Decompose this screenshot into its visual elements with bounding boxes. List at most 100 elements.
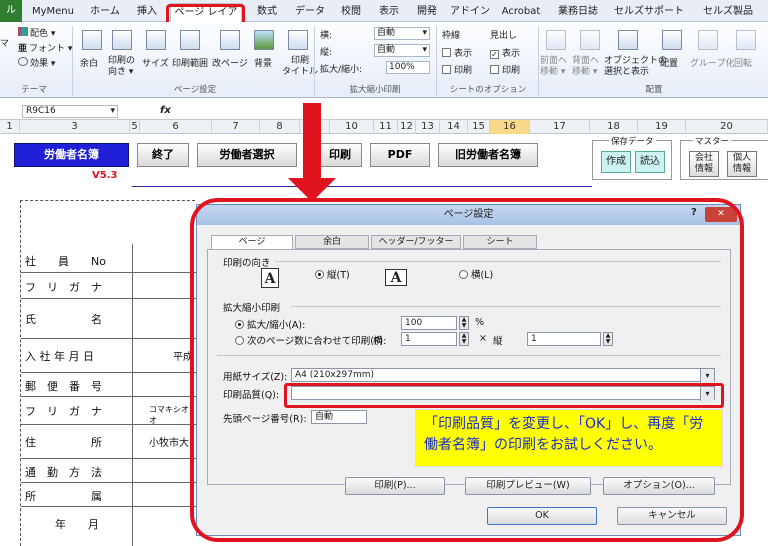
column-header[interactable]: 15 <box>468 120 490 134</box>
fit-wide-input[interactable]: 1 <box>401 332 457 346</box>
column-header[interactable]: 8 <box>260 120 300 134</box>
headings-view-checkbox[interactable]: ✓ 表示 <box>490 46 520 59</box>
print-area-button[interactable]: 印刷範囲 <box>172 56 208 69</box>
column-header[interactable]: 18 <box>590 120 638 134</box>
background-button[interactable]: 背景 <box>254 56 272 69</box>
tab-home[interactable]: ホーム <box>84 3 126 21</box>
tab-formulas[interactable]: 数式 <box>250 3 284 21</box>
table-row[interactable]: 入 社 年 月 日平成 <box>21 339 196 373</box>
spinner-icon[interactable]: ▲ ▼ <box>459 316 469 330</box>
size-button[interactable]: サイズ <box>142 56 169 69</box>
tab-developer[interactable]: 開発 <box>410 3 444 21</box>
group-button[interactable]: グループ化 <box>690 56 734 69</box>
headings-print-checkbox[interactable]: 印刷 <box>490 63 520 76</box>
spinner-icon[interactable]: ▲ ▼ <box>459 332 469 346</box>
margins-button[interactable]: 余白 <box>80 56 98 69</box>
table-row[interactable]: フ リ ガ ナ <box>21 273 196 299</box>
print-titles-button[interactable]: 印刷 タイトル <box>282 56 318 78</box>
column-header[interactable]: 13 <box>416 120 440 134</box>
print-preview-button[interactable]: 印刷プレビュー(W) <box>465 477 591 495</box>
tab-header-footer[interactable]: ヘッダー/フッター <box>371 235 461 249</box>
print-button[interactable]: 印刷 <box>318 143 362 167</box>
tab-acrobat[interactable]: Acrobat <box>496 3 546 21</box>
column-header[interactable]: 5 <box>130 120 140 134</box>
orientation-button[interactable]: 印刷の 向き ▾ <box>108 56 135 78</box>
fit-tall-input[interactable]: 1 <box>527 332 601 346</box>
scale-width-dropdown[interactable]: 自動 ▾ <box>374 27 430 40</box>
tab-review[interactable]: 校閲 <box>334 3 368 21</box>
column-header[interactable]: 6 <box>140 120 212 134</box>
select-worker-button[interactable]: 労働者選択 <box>197 143 297 167</box>
options-button[interactable]: オプション(O)... <box>603 477 715 495</box>
column-header[interactable]: 10 <box>330 120 374 134</box>
breaks-button[interactable]: 改ページ <box>212 56 248 69</box>
tab-margins[interactable]: 余白 <box>295 235 369 249</box>
selection-pane-button[interactable]: オブジェクトの 選択と表示 <box>604 56 667 78</box>
scale-percent-input[interactable]: 100% <box>386 61 430 74</box>
send-backward-button[interactable]: 背面へ 移動 ▾ <box>572 56 599 78</box>
table-row[interactable]: 所 属 <box>21 483 196 507</box>
column-header[interactable]: 1 <box>0 120 20 134</box>
table-row[interactable]: 氏 名 <box>21 299 196 339</box>
table-row[interactable]: フ リ ガ ナコマキシオオ <box>21 397 196 425</box>
table-row[interactable]: 社 員 No <box>21 245 196 273</box>
company-info-button[interactable]: 会社 情報 <box>689 151 719 177</box>
column-header[interactable]: 17 <box>530 120 590 134</box>
end-button[interactable]: 終了 <box>137 143 189 167</box>
fx-icon[interactable]: fx <box>160 105 171 116</box>
tab-insert[interactable]: 挿入 <box>130 3 164 21</box>
paper-size-dropdown[interactable]: A4 (210x297mm) ▾ <box>291 368 715 383</box>
theme-fonts-button[interactable]: 亜フォント ▾ <box>18 41 72 54</box>
read-button[interactable]: 読込 <box>635 151 665 173</box>
ok-button[interactable]: OK <box>487 507 597 525</box>
tab-file[interactable]: ル <box>0 0 22 22</box>
column-header[interactable]: 7 <box>212 120 260 134</box>
gridlines-print-checkbox[interactable]: 印刷 <box>442 63 472 76</box>
old-roster-button[interactable]: 旧労働者名簿 <box>438 143 538 167</box>
portrait-radio[interactable]: 縦(T) <box>315 267 350 281</box>
column-header[interactable]: 20 <box>686 120 768 134</box>
rotate-button[interactable]: 回転 <box>734 56 752 69</box>
print-quality-dropdown[interactable]: ▾ <box>291 386 715 401</box>
landscape-radio[interactable]: 横(L) <box>459 267 493 281</box>
column-header[interactable]: 3 <box>20 120 130 134</box>
tab-cells-products[interactable]: セルズ製品 <box>692 3 764 21</box>
tab-mymenu[interactable]: MyMenu <box>28 3 78 21</box>
theme-effects-button[interactable]: 効果 ▾ <box>18 56 55 69</box>
gridlines-view-checkbox[interactable]: 表示 <box>442 46 472 59</box>
tab-sheet[interactable]: シート <box>463 235 537 249</box>
cancel-button[interactable]: キャンセル <box>617 507 727 525</box>
align-button[interactable]: 配置 <box>660 56 678 69</box>
tab-view[interactable]: 表示 <box>372 3 406 21</box>
spinner-icon[interactable]: ▲ ▼ <box>603 332 613 346</box>
tab-page[interactable]: ページ <box>211 235 293 250</box>
print-button[interactable]: 印刷(P)... <box>345 477 445 495</box>
table-row[interactable]: 通 勤 方 法 <box>21 459 196 483</box>
personal-info-button[interactable]: 個人 情報 <box>727 151 757 177</box>
column-header[interactable]: 16 <box>490 120 530 134</box>
bring-forward-button[interactable]: 前面へ 移動 ▾ <box>540 56 567 78</box>
adjust-percent-input[interactable]: 100 <box>401 316 457 330</box>
table-row[interactable]: 郵 便 番 号 <box>21 373 196 397</box>
column-header[interactable]: 19 <box>638 120 686 134</box>
tab-work-diary[interactable]: 業務日誌 <box>550 3 606 21</box>
close-icon[interactable]: ✕ <box>705 207 737 222</box>
table-row[interactable]: 住 所小牧市大 <box>21 425 196 459</box>
scale-height-dropdown[interactable]: 自動 ▾ <box>374 44 430 57</box>
table-row[interactable]: 年 月 <box>21 507 196 541</box>
adjust-to-radio[interactable]: 拡大/縮小(A): <box>235 317 305 331</box>
theme-colors-button[interactable]: 配色 ▾ <box>18 26 55 39</box>
create-button[interactable]: 作成 <box>601 151 631 173</box>
tab-cells-support[interactable]: セルズサポート <box>610 3 688 21</box>
tab-data[interactable]: データ <box>290 3 330 21</box>
help-icon[interactable]: ? <box>691 207 697 218</box>
fit-to-radio[interactable]: 次のページ数に合わせて印刷(F): <box>235 333 386 347</box>
column-header[interactable]: 11 <box>374 120 398 134</box>
first-page-input[interactable]: 自動 <box>311 410 367 424</box>
column-header[interactable]: 12 <box>398 120 416 134</box>
column-header[interactable]: 14 <box>440 120 468 134</box>
roster-button[interactable]: 労働者名簿 <box>14 143 129 167</box>
pdf-button[interactable]: PDF <box>370 143 430 167</box>
tab-addins[interactable]: アドイン <box>448 3 492 21</box>
name-box[interactable]: R9C16 ▾ <box>22 105 118 118</box>
